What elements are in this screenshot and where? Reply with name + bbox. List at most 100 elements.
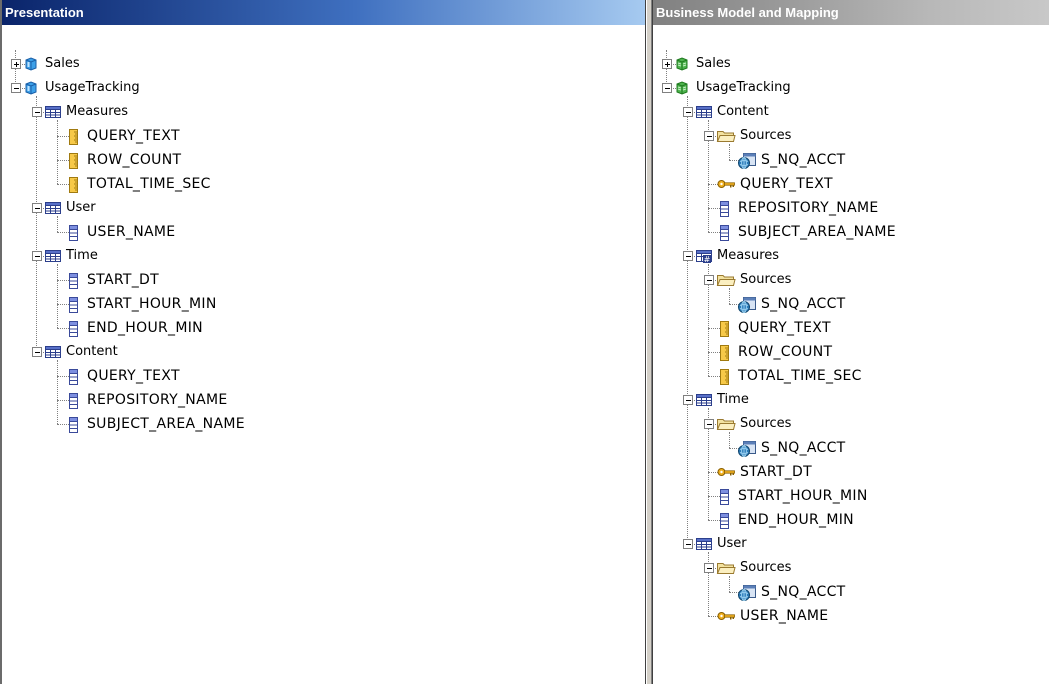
column-icon: [65, 416, 81, 433]
expand-toggle-icon[interactable]: [11, 59, 21, 69]
tree-node-label: User: [66, 200, 96, 215]
tree-node-repository-name[interactable]: REPOSITORY_NAME: [653, 197, 1049, 221]
tree-node-usagetracking[interactable]: UsageTracking: [2, 77, 645, 101]
tree-node-query-text[interactable]: QUERY_TEXT: [653, 317, 1049, 341]
tree-node-label: Content: [717, 104, 769, 119]
tree-node-end-hour-min[interactable]: END_HOUR_MIN: [2, 317, 645, 341]
tree-node-sales[interactable]: Sales: [653, 53, 1049, 77]
tree-node-row-count[interactable]: ROW_COUNT: [653, 341, 1049, 365]
tree-node-label: Time: [66, 248, 98, 263]
tree-node-label: Time: [717, 392, 749, 407]
folder-icon: [716, 128, 736, 144]
folder-icon: [716, 560, 736, 576]
tree-node-start-hour-min[interactable]: START_HOUR_MIN: [653, 485, 1049, 509]
folder-icon: [716, 272, 736, 288]
collapse-toggle-icon[interactable]: [11, 83, 21, 93]
collapse-toggle-icon[interactable]: [704, 131, 714, 141]
tree-node-query-text[interactable]: QUERY_TEXT: [653, 173, 1049, 197]
tree-node-content[interactable]: Content: [2, 341, 645, 365]
collapse-toggle-icon[interactable]: [704, 419, 714, 429]
collapse-toggle-icon[interactable]: [704, 275, 714, 285]
tree-node-label: User: [717, 536, 747, 551]
tree-node-row-count[interactable]: ROW_COUNT: [2, 149, 645, 173]
tree-node-label: UsageTracking: [696, 80, 791, 95]
tree-node-s-nq-acct[interactable]: S_NQ_ACCT: [653, 581, 1049, 605]
tree-node-sales[interactable]: Sales: [2, 53, 645, 77]
measure-column-icon: [716, 320, 732, 337]
column-icon: [65, 224, 81, 241]
collapse-toggle-icon[interactable]: [32, 251, 42, 261]
tree-node-query-text[interactable]: QUERY_TEXT: [2, 125, 645, 149]
svg-text:#: #: [704, 255, 711, 264]
tree-node-label: REPOSITORY_NAME: [738, 200, 879, 216]
expand-toggle-icon[interactable]: [662, 59, 672, 69]
collapse-toggle-icon[interactable]: [683, 251, 693, 261]
presentation-catalog-icon: [23, 56, 39, 72]
logical-source-icon: [737, 584, 756, 601]
tree-node-s-nq-acct[interactable]: S_NQ_ACCT: [653, 437, 1049, 461]
table-icon: [44, 248, 61, 264]
tree-node-time[interactable]: Time: [2, 245, 645, 269]
tree-node-total-time-sec[interactable]: TOTAL_TIME_SEC: [653, 365, 1049, 389]
tree-node-label: END_HOUR_MIN: [87, 320, 203, 336]
tree-node-s-nq-acct[interactable]: S_NQ_ACCT: [653, 293, 1049, 317]
tree-node-query-text[interactable]: QUERY_TEXT: [2, 365, 645, 389]
presentation-pane-title: Presentation: [2, 0, 645, 25]
tree-node-sources[interactable]: Sources: [653, 413, 1049, 437]
tree-node-end-hour-min[interactable]: END_HOUR_MIN: [653, 509, 1049, 533]
business-model-pane: Business Model and Mapping Sales UsageTra…: [652, 0, 1049, 684]
tree-node-user-name[interactable]: USER_NAME: [2, 221, 645, 245]
tree-node-sources[interactable]: Sources: [653, 557, 1049, 581]
column-icon: [65, 296, 81, 313]
tree-node-subject-area-name[interactable]: SUBJECT_AREA_NAME: [2, 413, 645, 437]
tree-node-label: USER_NAME: [740, 608, 829, 624]
tree-node-subject-area-name[interactable]: SUBJECT_AREA_NAME: [653, 221, 1049, 245]
tree-node-label: S_NQ_ACCT: [761, 440, 846, 456]
tree-node-measures[interactable]: # Measures: [653, 245, 1049, 269]
tree-node-start-dt[interactable]: START_DT: [653, 461, 1049, 485]
logical-source-icon: [737, 440, 756, 457]
collapse-toggle-icon[interactable]: [683, 395, 693, 405]
tree-node-s-nq-acct[interactable]: S_NQ_ACCT: [653, 149, 1049, 173]
tree-node-time[interactable]: Time: [653, 389, 1049, 413]
table-icon: [695, 392, 712, 408]
collapse-toggle-icon[interactable]: [683, 107, 693, 117]
tree-node-usagetracking[interactable]: UsageTracking: [653, 77, 1049, 101]
tree-node-user[interactable]: User: [2, 197, 645, 221]
tree-node-label: QUERY_TEXT: [87, 368, 180, 384]
fact-table-icon: #: [695, 248, 712, 264]
column-icon: [716, 224, 732, 241]
tree-node-measures[interactable]: Measures: [2, 101, 645, 125]
measure-column-icon: [716, 368, 732, 385]
tree-node-label: QUERY_TEXT: [738, 320, 831, 336]
measure-column-icon: [65, 128, 81, 145]
tree-node-start-dt[interactable]: START_DT: [2, 269, 645, 293]
tree-node-label: START_HOUR_MIN: [87, 296, 217, 312]
folder-icon: [716, 416, 736, 432]
tree-node-label: Measures: [66, 104, 129, 119]
collapse-toggle-icon[interactable]: [704, 563, 714, 573]
collapse-toggle-icon[interactable]: [32, 203, 42, 213]
tree-node-label: Sources: [740, 128, 792, 143]
tree-node-user[interactable]: User: [653, 533, 1049, 557]
tree-node-label: QUERY_TEXT: [740, 176, 833, 192]
tree-node-total-time-sec[interactable]: TOTAL_TIME_SEC: [2, 173, 645, 197]
tree-node-sources[interactable]: Sources: [653, 269, 1049, 293]
tree-node-label: SUBJECT_AREA_NAME: [738, 224, 896, 240]
collapse-toggle-icon[interactable]: [662, 83, 672, 93]
collapse-toggle-icon[interactable]: [683, 539, 693, 549]
collapse-toggle-icon[interactable]: [32, 107, 42, 117]
collapse-toggle-icon[interactable]: [32, 347, 42, 357]
tree-node-sources[interactable]: Sources: [653, 125, 1049, 149]
tree-node-content[interactable]: Content: [653, 101, 1049, 125]
column-icon: [65, 320, 81, 337]
tree-node-repository-name[interactable]: REPOSITORY_NAME: [2, 389, 645, 413]
tree-node-label: START_DT: [87, 272, 159, 288]
tree-node-label: ROW_COUNT: [87, 152, 182, 168]
tree-node-start-hour-min[interactable]: START_HOUR_MIN: [2, 293, 645, 317]
key-column-icon: [716, 608, 735, 624]
logical-source-icon: [737, 296, 756, 313]
tree-node-user-name[interactable]: USER_NAME: [653, 605, 1049, 629]
business-model-icon: [674, 56, 690, 72]
tree-node-label: Sources: [740, 272, 792, 287]
